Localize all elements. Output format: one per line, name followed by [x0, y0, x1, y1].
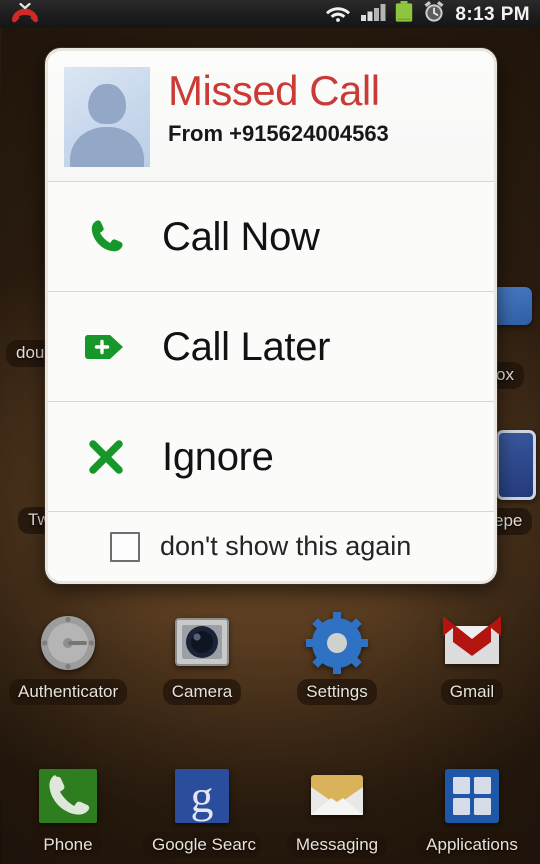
app-label: Camera [162, 679, 242, 706]
call-now-button[interactable]: Call Now [48, 181, 494, 291]
call-now-label: Call Now [162, 214, 320, 259]
dock-messaging[interactable]: Messaging [275, 765, 399, 863]
avatar-body-shape [70, 127, 144, 167]
authenticator-icon [37, 612, 99, 674]
ignore-label: Ignore [162, 434, 274, 479]
status-bar: 8:13 PM [0, 0, 540, 28]
occluded-label-text: dou [16, 343, 45, 362]
alarm-clock-icon [422, 0, 446, 28]
dock-google-search[interactable]: g Google Searc [140, 765, 264, 863]
dock-label: Applications [417, 832, 527, 859]
cellular-signal-icon [360, 2, 386, 27]
applications-grid-icon [441, 765, 503, 827]
status-bar-clock: 8:13 PM [455, 3, 530, 25]
occluded-label-text: epe [494, 511, 523, 530]
app-label: Authenticator [9, 679, 127, 706]
google-search-icon: g [171, 765, 233, 827]
svg-text:g: g [191, 771, 214, 822]
app-camera[interactable]: Camera [140, 612, 264, 710]
ignore-button[interactable]: Ignore [48, 401, 494, 511]
wifi-icon [325, 2, 351, 27]
dialog-header: Missed Call From +915624004563 [48, 51, 494, 181]
dialog-subtitle-caller-number: From +915624004563 [168, 121, 389, 147]
app-authenticator[interactable]: Authenticator [6, 612, 130, 710]
dont-show-again-label: don't show this again [160, 531, 412, 561]
call-later-button[interactable]: Call Later [48, 291, 494, 401]
cross-x-icon [74, 429, 138, 485]
phone-icon [37, 765, 99, 827]
missed-call-dialog: Missed Call From +915624004563 Call Now … [45, 48, 497, 584]
status-bar-right: 8:13 PM [325, 0, 540, 28]
messaging-envelope-icon [306, 765, 368, 827]
dont-show-again-checkbox[interactable] [110, 531, 140, 562]
app-settings[interactable]: Settings [275, 612, 399, 710]
dont-show-again-row[interactable]: don't show this again [48, 511, 494, 581]
app-gmail[interactable]: Gmail [410, 612, 534, 710]
phone-handset-icon [74, 209, 138, 265]
dock-label: Phone [34, 832, 102, 859]
dock-phone[interactable]: Phone [6, 765, 130, 863]
dock-applications[interactable]: Applications [410, 765, 534, 863]
app-label: Settings [297, 679, 377, 706]
contact-avatar-placeholder-icon [64, 67, 150, 167]
occluded-label-text: ox [496, 365, 514, 384]
dock-label: Messaging [286, 832, 388, 859]
dialog-title: Missed Call [168, 67, 380, 114]
tag-plus-icon [74, 319, 138, 375]
dialog-header-text: Missed Call From +915624004563 [150, 67, 389, 147]
occluded-app-icon-blue[interactable] [496, 430, 536, 500]
app-label: Gmail [440, 679, 504, 706]
status-bar-left [0, 2, 42, 25]
avatar-head-shape [88, 84, 126, 124]
camera-icon [171, 612, 233, 674]
occluded-app-icon-dropbox[interactable] [492, 287, 532, 325]
call-later-label: Call Later [162, 324, 331, 369]
missed-call-handset-icon [8, 2, 42, 25]
phone-screen: dou ox Tw epe 8:13 PM Missed Call From +… [0, 0, 540, 864]
settings-gear-icon [306, 612, 368, 674]
dock-label: Google Searc [143, 832, 261, 859]
gmail-icon [441, 612, 503, 674]
battery-icon [395, 0, 413, 28]
